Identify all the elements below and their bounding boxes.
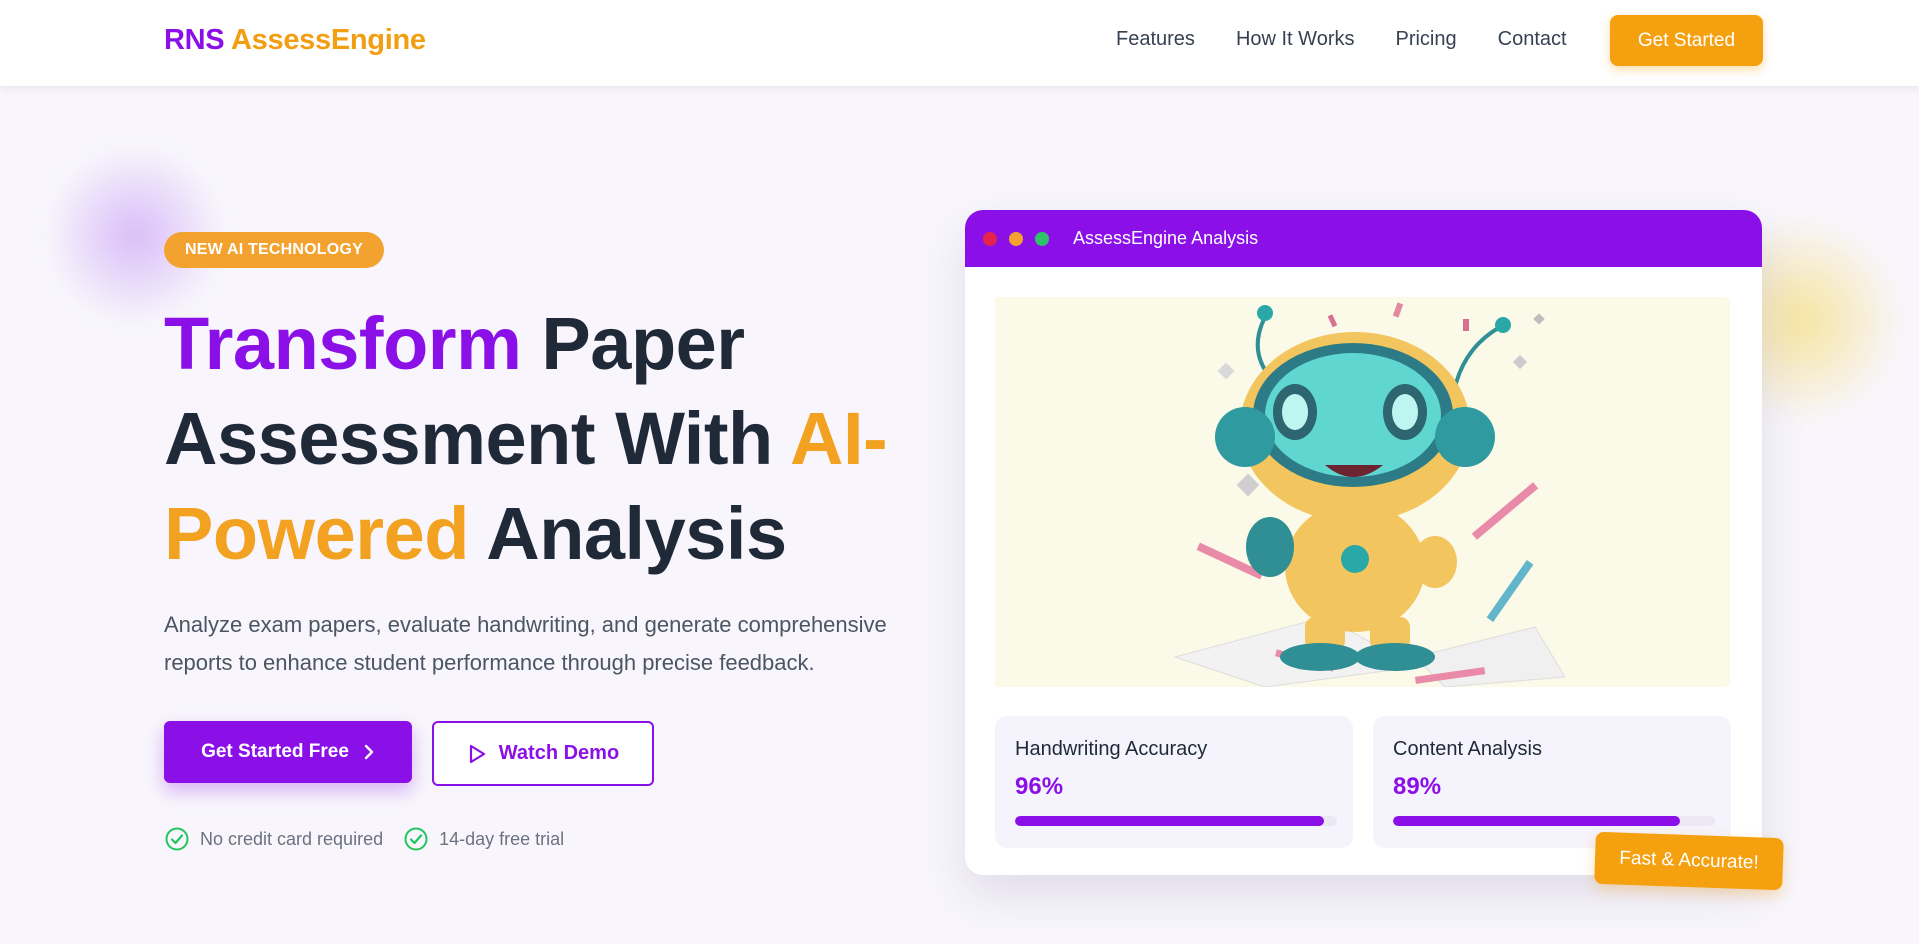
robot-mascot-icon <box>1173 302 1566 687</box>
new-tech-badge: NEW AI TECHNOLOGY <box>164 232 384 268</box>
progress-track <box>1393 816 1715 826</box>
stat-value: 96% <box>1015 773 1064 800</box>
headline-text-end: Analysis <box>468 492 787 575</box>
progress-fill <box>1015 816 1325 826</box>
get-started-free-button[interactable]: Get Started Free <box>164 721 412 783</box>
check-label: 14-day free trial <box>439 828 565 849</box>
check-item: No credit card required <box>164 826 383 852</box>
window-close-dot <box>983 231 997 246</box>
stat-card-content: Content Analysis 89% <box>1373 716 1731 848</box>
nav-links: Features How It Works Pricing Contact <box>1116 28 1608 51</box>
progress-fill <box>1393 816 1680 826</box>
window-maximize-dot <box>1035 231 1049 246</box>
card-titlebar: AssessEngine Analysis <box>965 210 1762 267</box>
card-title: AssessEngine Analysis <box>1073 228 1259 248</box>
stat-label: Content Analysis <box>1393 738 1542 760</box>
play-icon <box>469 744 485 763</box>
check-circle-icon <box>404 827 428 851</box>
hero-subtext: Analyze exam papers, evaluate handwritin… <box>164 612 887 675</box>
progress-track <box>1015 816 1337 826</box>
window-minimize-dot <box>1009 231 1023 246</box>
analysis-card: AssessEngine Analysis Handwriting Accura… <box>965 210 1762 875</box>
stat-card-handwriting: Handwriting Accuracy 96% <box>995 716 1353 848</box>
check-label: No credit card required <box>200 828 384 849</box>
chevron-right-icon <box>364 744 374 760</box>
watch-demo-button[interactable]: Watch Demo <box>432 721 654 786</box>
nav-link-features[interactable]: Features <box>1116 28 1195 51</box>
navbar: RNS AssessEngine Features How It Works P… <box>0 0 1919 86</box>
get-started-button[interactable]: Get Started <box>1610 15 1763 66</box>
hero-headline: Transform Paper Assessment With AI-Power… <box>164 296 944 581</box>
brand-name: AssessEngine <box>231 24 426 56</box>
watch-demo-label: Watch Demo <box>498 742 620 764</box>
nav-link-how-it-works[interactable]: How It Works <box>1236 28 1355 51</box>
brand-logo[interactable]: RNS AssessEngine <box>164 24 426 57</box>
check-item: 14-day free trial <box>403 826 564 852</box>
stat-value: 89% <box>1393 773 1442 800</box>
nav-link-contact[interactable]: Contact <box>1498 28 1567 51</box>
get-started-free-label: Get Started Free <box>201 741 349 762</box>
nav-link-pricing[interactable]: Pricing <box>1395 28 1456 51</box>
headline-highlight-purple: Transform <box>164 302 522 385</box>
trust-checks: No credit card required 14-day free tria… <box>164 826 564 852</box>
stat-label: Handwriting Accuracy <box>1015 738 1208 760</box>
check-circle-icon <box>165 827 189 851</box>
brand-prefix: RNS <box>164 24 225 56</box>
robot-illustration <box>995 297 1730 687</box>
fast-accurate-badge: Fast & Accurate! <box>1594 831 1784 891</box>
